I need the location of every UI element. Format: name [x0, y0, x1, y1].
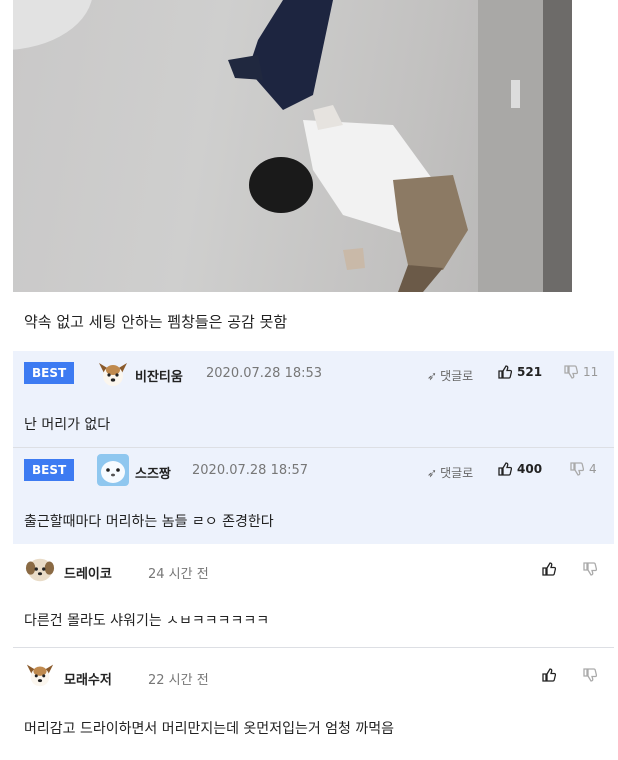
avatar-dog-icon[interactable] — [25, 659, 55, 689]
comment-text: 출근할때마다 머리하는 놈들 ㄹㅇ 존경한다 — [24, 514, 274, 530]
avatar-puppy-icon[interactable] — [25, 554, 55, 584]
dislike-button[interactable] — [583, 668, 602, 682]
reply-button[interactable]: ➶ 댓글로 — [427, 367, 473, 384]
thumbs-down-icon — [564, 365, 579, 379]
comment-divider — [13, 647, 614, 648]
comment-author[interactable]: 모래수저 — [64, 669, 112, 688]
comment-item: 모래수저 22 시간 전 머리감고 드라이하면서 머리만지는데 옷먼저입는거 엄… — [13, 654, 614, 754]
best-badge: BEST — [24, 362, 75, 384]
post-caption: 약속 없고 세팅 안하는 펨창들은 공감 못함 — [24, 313, 288, 331]
reply-button[interactable]: ➶ 댓글로 — [427, 464, 473, 481]
comment-text: 난 머리가 없다 — [24, 417, 111, 433]
comment-author[interactable]: 드레이코 — [64, 563, 112, 582]
like-button[interactable]: 400 — [498, 462, 542, 476]
thumbs-up-icon — [498, 462, 513, 476]
comment-author[interactable]: 스즈짱 — [135, 463, 171, 482]
post-photo — [13, 0, 572, 292]
avatar-seal-icon[interactable] — [97, 454, 129, 486]
comment-time: 2020.07.28 18:53 — [206, 366, 323, 381]
thumbs-down-icon — [583, 668, 598, 682]
comment-time: 24 시간 전 — [148, 567, 209, 582]
dislike-button[interactable]: 4 — [570, 462, 597, 476]
comment-item: 드레이코 24 시간 전 다른건 몰라도 샤워기는 ㅅㅂㅋㅋㅋㅋㅋㅋ — [13, 548, 614, 644]
send-arrow-icon: ➶ — [427, 466, 438, 480]
comment-item: BEST 비잔티움 2020.07.28 18:53 ➶ 댓글로 521 11 난… — [13, 351, 614, 447]
like-button[interactable] — [542, 668, 561, 682]
thumbs-up-icon — [498, 365, 513, 379]
dislike-button[interactable] — [583, 562, 602, 576]
comment-time: 22 시간 전 — [148, 673, 209, 688]
thumbs-up-icon — [542, 668, 557, 682]
comment-time: 2020.07.28 18:57 — [192, 463, 309, 478]
dislike-button[interactable]: 11 — [564, 365, 598, 379]
thumbs-up-icon — [542, 562, 557, 576]
comment-author[interactable]: 비잔티움 — [135, 366, 183, 385]
send-arrow-icon: ➶ — [427, 369, 438, 383]
thumbs-down-icon — [570, 462, 585, 476]
avatar-dog-icon[interactable] — [97, 357, 129, 389]
like-button[interactable] — [542, 562, 561, 576]
best-badge: BEST — [24, 459, 75, 481]
comment-text: 머리감고 드라이하면서 머리만지는데 옷먼저입는거 엄청 까먹음 — [24, 721, 395, 737]
thumbs-down-icon — [583, 562, 598, 576]
like-button[interactable]: 521 — [498, 365, 542, 379]
comment-text: 다른건 몰라도 샤워기는 ㅅㅂㅋㅋㅋㅋㅋㅋ — [24, 613, 270, 629]
comment-item: BEST 스즈짱 2020.07.28 18:57 ➶ 댓글로 400 4 출근할… — [13, 448, 614, 544]
